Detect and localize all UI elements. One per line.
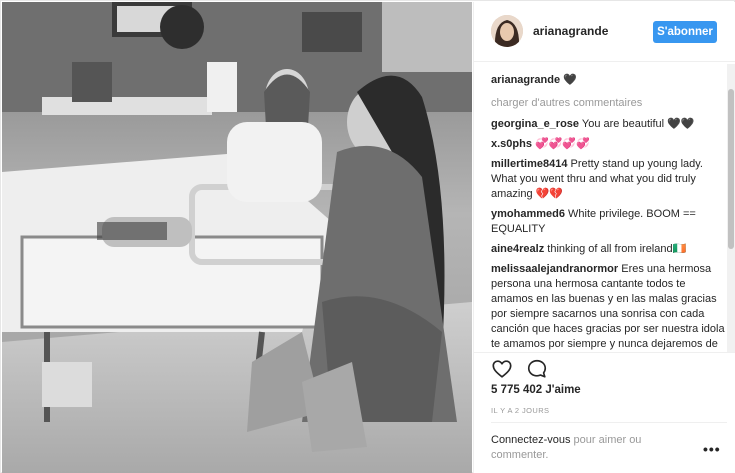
instagram-embed: arianagrande S'abonner arianagrande 🖤 ch…: [0, 0, 735, 473]
login-prompt: Connectez-vous pour aimer ou commenter.: [491, 433, 686, 463]
comment-item: x.s0phs 💞💞💞💞: [491, 137, 727, 152]
divider: [474, 352, 735, 353]
comment-item: ymohammed6 White privilege. BOOM == EQUA…: [491, 207, 727, 237]
speech-bubble-icon[interactable]: [526, 358, 548, 380]
comment-item: georgina_e_rose You are beautiful 🖤🖤: [491, 117, 727, 132]
comment-username[interactable]: ymohammed6: [491, 208, 565, 220]
photo-image: [2, 2, 472, 473]
caption-text: 🖤: [563, 74, 577, 86]
post-timestamp[interactable]: IL Y A 2 JOURS: [491, 406, 549, 415]
comment-text: 💞💞💞💞: [535, 138, 590, 150]
caption: arianagrande 🖤: [491, 73, 727, 88]
comment-text: thinking of all from ireland🇮🇪: [547, 243, 687, 255]
avatar[interactable]: [491, 15, 523, 47]
likes-count[interactable]: 5 775 402 J'aime: [491, 384, 581, 396]
follow-button[interactable]: S'abonner: [653, 21, 717, 43]
comment-username[interactable]: melissaalejandranormor: [491, 263, 618, 275]
load-more-comments-link[interactable]: charger d'autres commentaires: [491, 96, 727, 111]
caption-username[interactable]: arianagrande: [491, 74, 560, 86]
comment-username[interactable]: georgina_e_rose: [491, 118, 579, 130]
comments-list[interactable]: arianagrande 🖤 charger d'autres commenta…: [491, 73, 727, 351]
heart-outline-icon[interactable]: [491, 358, 513, 380]
comment-username[interactable]: x.s0phs: [491, 138, 532, 150]
comment-item: melissaalejandranormor Eres una hermosa …: [491, 262, 727, 351]
header-username[interactable]: arianagrande: [533, 24, 608, 38]
comment-item: millertime8414 Pretty stand up young lad…: [491, 157, 727, 202]
scrollbar-thumb[interactable]: [728, 89, 734, 249]
comment-username[interactable]: millertime8414: [491, 158, 567, 170]
post-photo[interactable]: [2, 2, 472, 473]
comment-text: You are beautiful 🖤🖤: [581, 118, 695, 130]
comment-username[interactable]: aine4realz: [491, 243, 544, 255]
post-details-panel: arianagrande S'abonner arianagrande 🖤 ch…: [473, 2, 735, 473]
comments-scrollbar[interactable]: [727, 64, 735, 352]
divider: [491, 422, 727, 423]
post-actions: [491, 358, 557, 382]
more-options-icon[interactable]: •••: [703, 441, 721, 457]
comment-text: Eres una hermosa persona una hermosa can…: [491, 263, 725, 350]
comment-item: aine4realz thinking of all from ireland🇮…: [491, 242, 727, 257]
post-header: arianagrande S'abonner: [474, 2, 735, 62]
avatar-image: [491, 15, 523, 47]
login-link[interactable]: Connectez-vous: [491, 434, 571, 446]
